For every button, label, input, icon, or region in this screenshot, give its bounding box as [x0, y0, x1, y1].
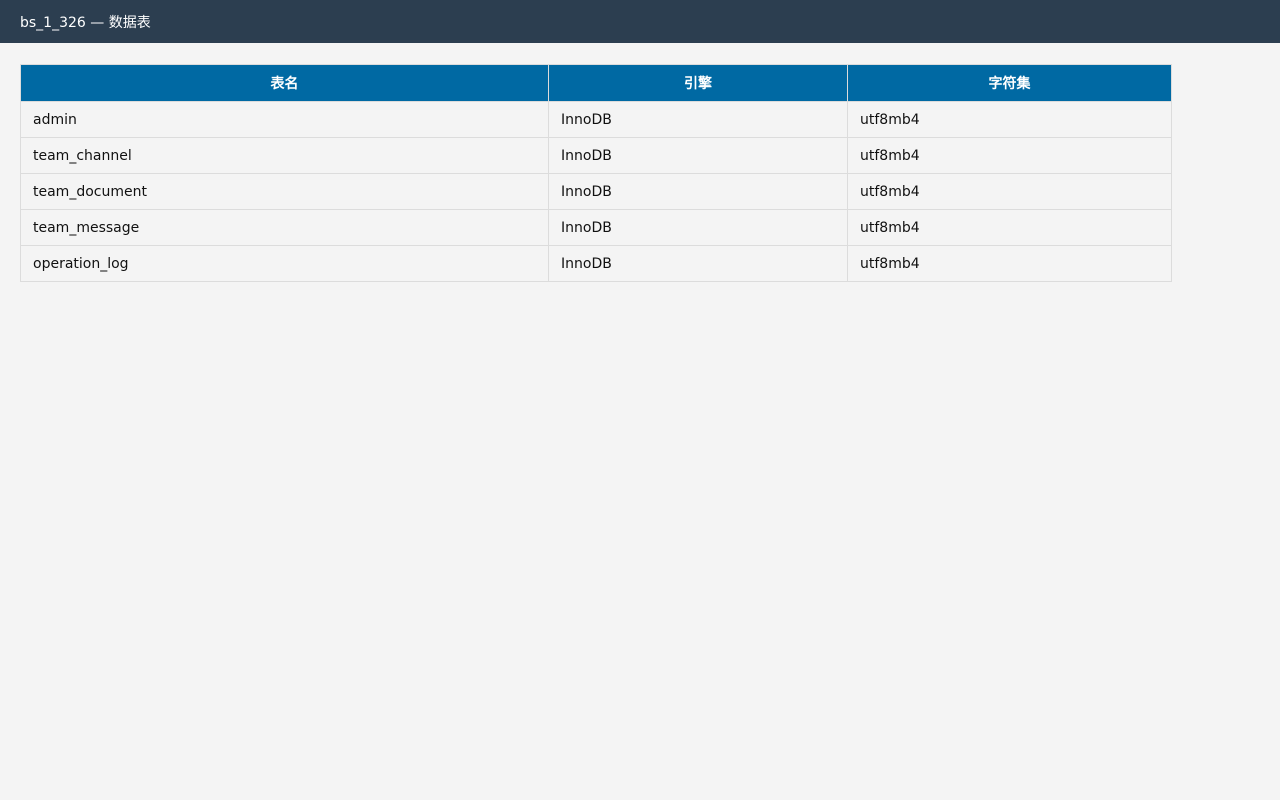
cell-engine: InnoDB [548, 173, 848, 210]
top-bar: bs_1_326 — 数据表 [0, 0, 1280, 43]
cell-table-name[interactable]: team_channel [20, 137, 549, 174]
cell-charset: utf8mb4 [847, 137, 1172, 174]
table-row[interactable]: admin InnoDB utf8mb4 [20, 101, 1172, 138]
column-header-table-name[interactable]: 表名 [20, 64, 549, 102]
cell-table-name[interactable]: team_document [20, 173, 549, 210]
main-content: 表名 引擎 字符集 admin InnoDB utf8mb4 team_chan… [0, 43, 1280, 282]
table-row[interactable]: team_message InnoDB utf8mb4 [20, 209, 1172, 246]
table-row[interactable]: team_document InnoDB utf8mb4 [20, 173, 1172, 210]
cell-table-name[interactable]: admin [20, 101, 549, 138]
table-row[interactable]: team_channel InnoDB utf8mb4 [20, 137, 1172, 174]
table-header-row: 表名 引擎 字符集 [20, 64, 1172, 102]
page-title: bs_1_326 — 数据表 [20, 14, 151, 31]
cell-charset: utf8mb4 [847, 209, 1172, 246]
cell-engine: InnoDB [548, 245, 848, 282]
cell-engine: InnoDB [548, 137, 848, 174]
cell-engine: InnoDB [548, 101, 848, 138]
cell-table-name[interactable]: team_message [20, 209, 549, 246]
tables-table: 表名 引擎 字符集 admin InnoDB utf8mb4 team_chan… [20, 64, 1172, 282]
table-row[interactable]: operation_log InnoDB utf8mb4 [20, 245, 1172, 282]
column-header-charset[interactable]: 字符集 [847, 64, 1172, 102]
cell-table-name[interactable]: operation_log [20, 245, 549, 282]
cell-charset: utf8mb4 [847, 173, 1172, 210]
column-header-engine[interactable]: 引擎 [548, 64, 848, 102]
cell-charset: utf8mb4 [847, 101, 1172, 138]
cell-charset: utf8mb4 [847, 245, 1172, 282]
cell-engine: InnoDB [548, 209, 848, 246]
